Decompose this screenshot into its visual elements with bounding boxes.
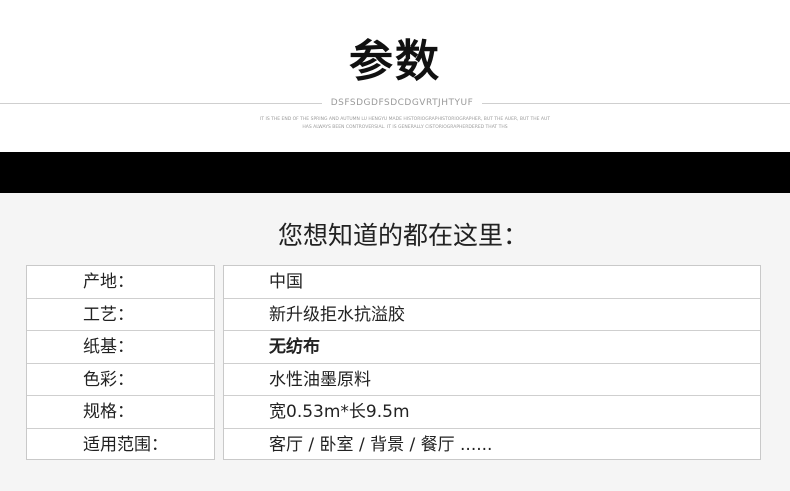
divider-right xyxy=(482,103,790,104)
spec-value-origin: 中国 xyxy=(224,266,760,299)
spec-label-base: 纸基： xyxy=(27,331,214,364)
spec-label-size: 规格： xyxy=(27,396,214,429)
page-subtitle: DSFSDGDFSDCDGVRTJHTYUF xyxy=(330,98,474,108)
spec-value-craft: 新升级拒水抗溢胶 xyxy=(224,299,760,331)
spec-value-usage: 客厅 / 卧室 / 背景 / 餐厅 ...... xyxy=(269,434,493,455)
spec-value-size: 宽0.53m*长9.5m xyxy=(224,396,760,429)
spec-label-craft: 工艺： xyxy=(27,299,214,331)
black-band xyxy=(0,152,790,193)
spec-values-column: 中国 新升级拒水抗溢胶 无纺布 水性油墨原料 宽0.53m*长9.5m 客厅 /… xyxy=(223,265,761,460)
spec-label-color: 色彩： xyxy=(27,364,214,396)
header-note-line-1: IT IS THE END OF THE SPRING AND AUTUMN L… xyxy=(259,117,550,122)
spec-value-color: 水性油墨原料 xyxy=(224,364,760,396)
header-note-line-2: HAS ALWAYS BEEN CONTROVERSIAL. IT IS GEN… xyxy=(302,125,508,130)
specs-heading: 您想知道的都在这里： xyxy=(277,221,528,250)
page-title: 参数 xyxy=(349,36,441,87)
spec-label-usage: 适用范围： xyxy=(83,434,168,455)
spec-label-origin: 产地： xyxy=(27,266,214,299)
divider-left xyxy=(0,103,322,104)
header-section: 参数 DSFSDGDFSDCDGVRTJHTYUF IT IS THE END … xyxy=(0,0,790,152)
spec-labels-column: 产地： 工艺： 纸基： 色彩： 规格： 适用范围： xyxy=(26,265,215,460)
spec-value-base: 无纺布 xyxy=(224,331,760,364)
